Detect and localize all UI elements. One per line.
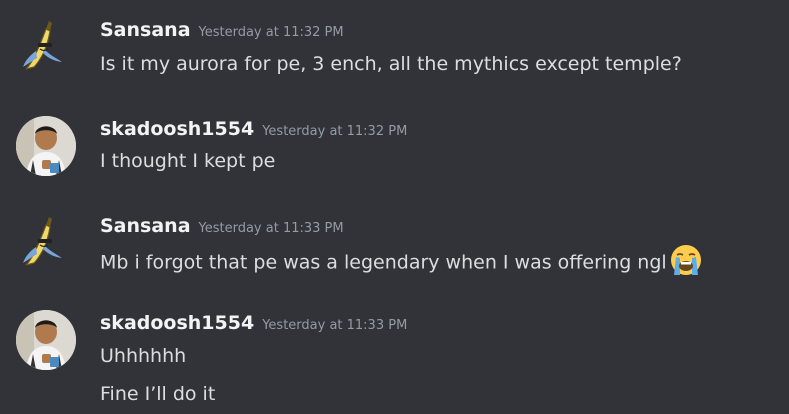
message-header: Sansana Yesterday at 11:33 PM (100, 215, 344, 237)
message-header: Sansana Yesterday at 11:32 PM (100, 19, 344, 41)
message-list: Sansana Yesterday at 11:32 PM Is it my au… (0, 0, 789, 414)
username[interactable]: Sansana (100, 19, 191, 41)
username[interactable]: skadoosh1554 (100, 118, 254, 140)
avatar[interactable] (16, 116, 76, 176)
timestamp[interactable]: Yesterday at 11:33 PM (199, 221, 344, 236)
message-group: skadoosh1554 Yesterday at 11:32 PM I thou… (0, 100, 789, 196)
message-group: Sansana Yesterday at 11:32 PM Is it my au… (0, 0, 789, 100)
avatar[interactable] (16, 310, 76, 370)
message-text: Mb i forgot that pe was a legendary when… (100, 243, 703, 280)
message-header: skadoosh1554 Yesterday at 11:32 PM (100, 118, 407, 140)
message-text: Fine I’ll do it (100, 383, 216, 405)
message-group: skadoosh1554 Yesterday at 11:33 PM Uhhhhh… (0, 296, 789, 414)
user-photo-avatar-icon (16, 116, 76, 176)
username[interactable]: Sansana (100, 215, 191, 237)
avatar[interactable] (16, 213, 76, 273)
loudly-crying-face-icon[interactable] (669, 243, 703, 277)
message-text: I thought I kept pe (100, 150, 276, 172)
timestamp[interactable]: Yesterday at 11:33 PM (262, 318, 407, 333)
message-text: Uhhhhhh (100, 345, 187, 367)
timestamp[interactable]: Yesterday at 11:32 PM (262, 124, 407, 139)
timestamp[interactable]: Yesterday at 11:32 PM (199, 25, 344, 40)
banana-avatar-icon (23, 21, 62, 71)
message-text-content: Mb i forgot that pe was a legendary when… (100, 251, 667, 274)
message-group: Sansana Yesterday at 11:33 PM Mb i forgot… (0, 196, 789, 296)
user-photo-avatar-icon (16, 310, 76, 370)
username[interactable]: skadoosh1554 (100, 312, 254, 334)
message-header: skadoosh1554 Yesterday at 11:33 PM (100, 312, 407, 334)
avatar[interactable] (16, 17, 76, 77)
banana-avatar-icon (23, 217, 62, 267)
message-text: Is it my aurora for pe, 3 ench, all the … (100, 53, 682, 75)
